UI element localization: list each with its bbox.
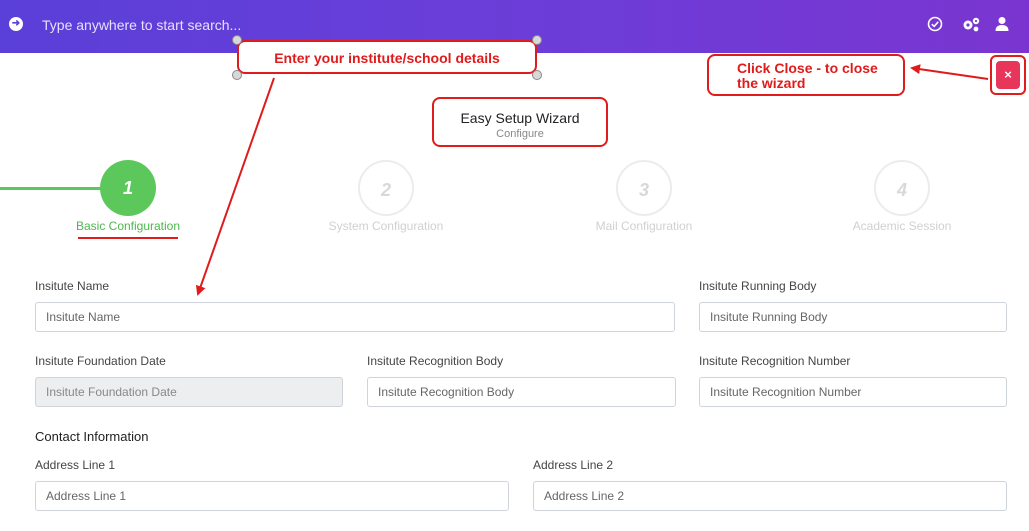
institute-name-input[interactable]: Insitute Name [35, 302, 675, 332]
address2-input[interactable]: Address Line 2 [533, 481, 1007, 511]
search-input[interactable]: Type anywhere to start search... [42, 17, 241, 33]
institute-arrow [195, 77, 275, 296]
wizard-title: Easy Setup Wizard [460, 110, 580, 126]
running-body-input[interactable]: Insitute Running Body [699, 302, 1007, 332]
gears-icon[interactable] [960, 15, 982, 33]
close-arrow [910, 64, 989, 80]
selection-handle[interactable] [532, 70, 542, 80]
arrow-right-circle-icon[interactable]: ➜ [9, 17, 23, 31]
app-root: ➜ Type anywhere to start search... Enter… [0, 0, 1029, 531]
recognition-number-input[interactable]: Insitute Recognition Number [699, 377, 1007, 407]
selection-handle[interactable] [532, 35, 542, 45]
institute-details-callout: Enter your institute/school details [237, 40, 537, 74]
step-progress-line [0, 187, 104, 190]
recognition-body-input[interactable]: Insitute Recognition Body [367, 377, 676, 407]
institute-name-label: Insitute Name [35, 279, 110, 293]
running-body-label: Insitute Running Body [699, 279, 817, 293]
selection-handle[interactable] [232, 35, 242, 45]
step-4-label[interactable]: Academic Session [802, 219, 1002, 233]
step-3-label[interactable]: Mail Configuration [544, 219, 744, 233]
foundation-date-input[interactable]: Insitute Foundation Date [35, 377, 343, 407]
close-callout-line2: the wizard [737, 75, 806, 91]
step-1-circle[interactable]: 1 [100, 160, 156, 216]
step-2-label[interactable]: System Configuration [286, 219, 486, 233]
recognition-body-label: Insitute Recognition Body [367, 354, 504, 368]
wizard-title-box: Easy Setup Wizard Configure [432, 97, 608, 147]
close-wizard-callout: Click Close - to close the wizard [707, 54, 905, 96]
step-3-circle[interactable]: 3 [616, 160, 672, 216]
address2-label: Address Line 2 [533, 458, 614, 472]
wizard-subtitle: Configure [496, 128, 544, 140]
check-circle-icon[interactable] [926, 15, 944, 33]
address1-label: Address Line 1 [35, 458, 116, 472]
foundation-date-label: Insitute Foundation Date [35, 354, 166, 368]
recognition-number-label: Insitute Recognition Number [699, 354, 851, 368]
step-1-label[interactable]: Basic Configuration [28, 219, 228, 233]
close-icon[interactable]: × [996, 61, 1020, 89]
step-2-circle[interactable]: 2 [358, 160, 414, 216]
user-icon[interactable] [993, 15, 1011, 33]
close-callout-line1: Click Close - to close [737, 60, 878, 76]
institute-callout-text: Enter your institute/school details [274, 50, 500, 66]
selection-handle[interactable] [232, 70, 242, 80]
step-4-circle[interactable]: 4 [874, 160, 930, 216]
contact-info-title: Contact Information [35, 429, 149, 444]
close-wizard-button[interactable]: × [990, 55, 1026, 95]
address1-input[interactable]: Address Line 1 [35, 481, 509, 511]
